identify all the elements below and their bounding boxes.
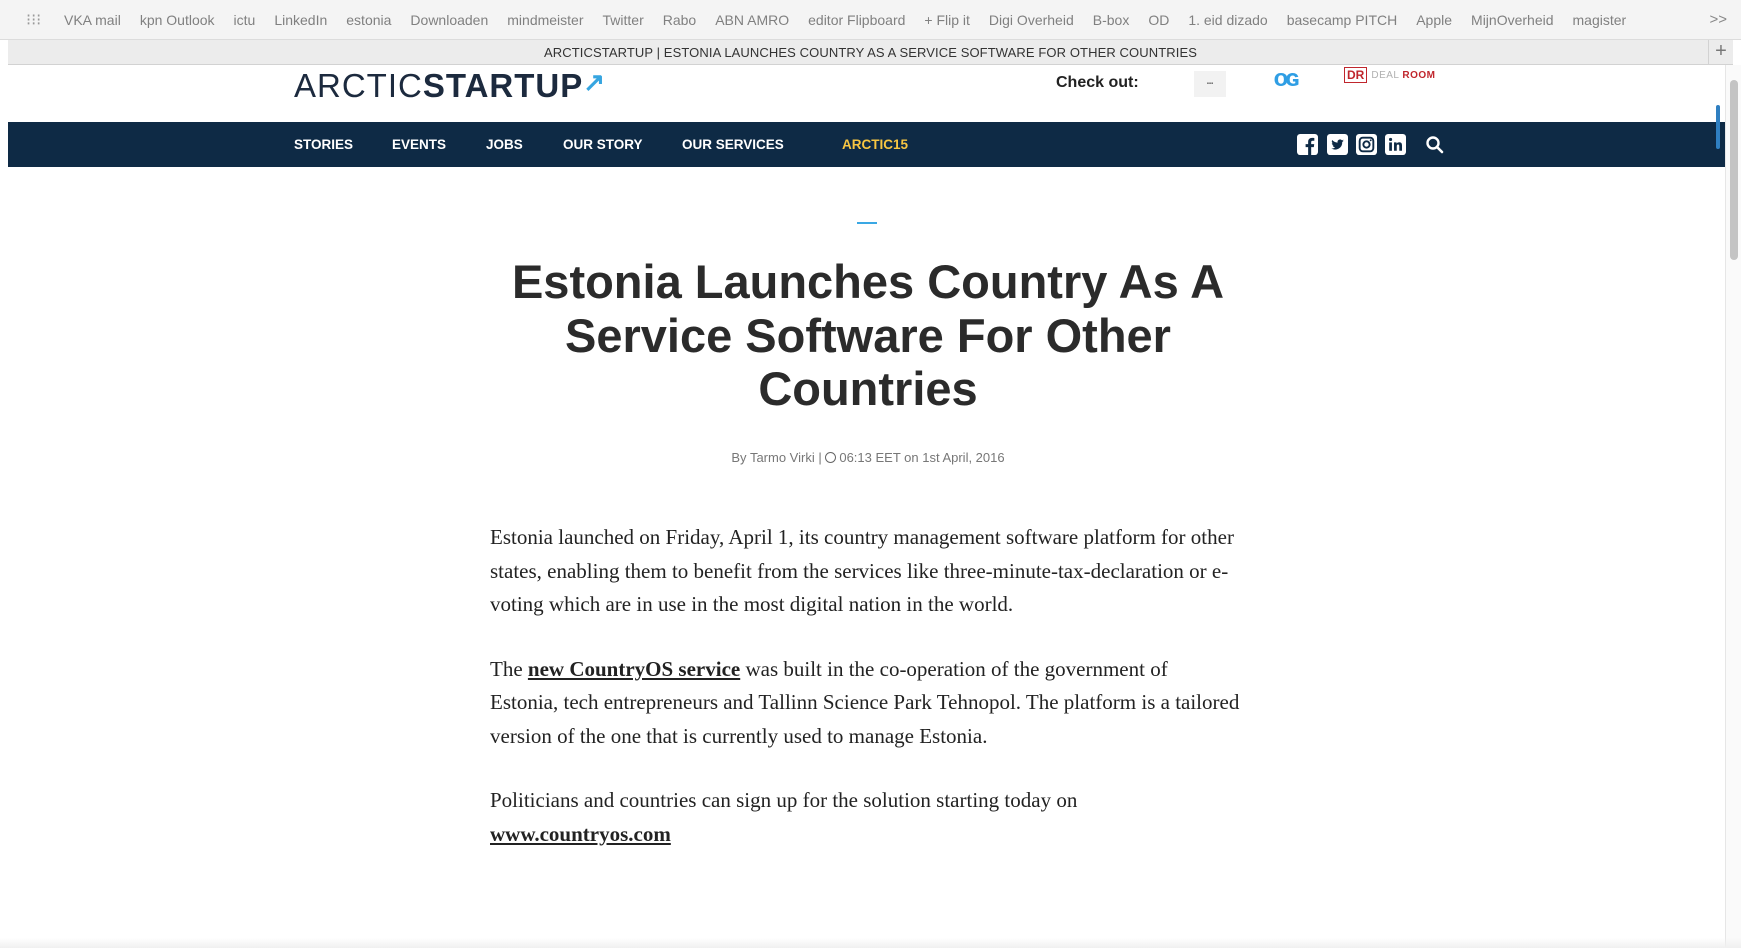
logo-arrow-icon: ↗ [583, 67, 607, 97]
p3-text: Politicians and countries can sign up fo… [490, 788, 1078, 812]
scrollbar-thumb[interactable] [1730, 80, 1738, 260]
bookmarks-bar: ⁝⁝⁝ VKA mail kpn Outlook ictu LinkedIn e… [0, 0, 1741, 40]
p2-lead: The [490, 656, 528, 681]
scrollbar[interactable] [1725, 65, 1741, 948]
article-byline: By Tarmo Virki | 06:13 EET on 1st April,… [731, 450, 1005, 465]
title-accent-line [857, 222, 877, 224]
bookmark-item[interactable]: LinkedIn [274, 12, 327, 28]
partner-logo-1[interactable]: ▪▪▪ [1194, 71, 1226, 97]
apps-grid-icon[interactable]: ⁝⁝⁝ [26, 10, 46, 30]
bookmark-item[interactable]: B-box [1093, 12, 1130, 28]
bookmark-item[interactable]: basecamp PITCH [1287, 12, 1397, 28]
nav-our-story[interactable]: OUR STORY [563, 122, 643, 167]
clock-icon [825, 452, 837, 463]
bookmark-item[interactable]: mindmeister [507, 12, 583, 28]
arctic15-icon: ᴏɢ [1273, 65, 1300, 92]
dealroom-room: ROOM [1402, 69, 1436, 81]
bookmark-item[interactable]: + Flip it [924, 12, 970, 28]
side-indicator [1716, 105, 1720, 149]
bookmark-item[interactable]: Downloaden [410, 12, 488, 28]
site-logo[interactable]: ARCTICSTARTUP↗ [294, 67, 606, 105]
bookmark-item[interactable]: VKA mail [64, 12, 121, 28]
byline-prefix: By [731, 450, 747, 465]
partner-logo-arctic15[interactable]: ᴏɢ [1262, 65, 1308, 97]
search-icon[interactable] [1425, 135, 1445, 155]
countryos-url-link[interactable]: www.countryos.com [490, 822, 671, 846]
checkout-label: Check out: [1056, 74, 1139, 91]
publish-time: 06:13 EET on 1st April, 2016 [839, 450, 1005, 465]
author-name[interactable]: Tarmo Virki [750, 450, 815, 465]
dealroom-deal: DEAL [1371, 69, 1400, 81]
main-nav: STORIES EVENTS JOBS OUR STORY OUR SERVIC… [8, 122, 1725, 167]
bookmark-item[interactable]: ictu [234, 12, 256, 28]
bookmark-item[interactable]: Digi Overheid [989, 12, 1074, 28]
bookmark-item[interactable]: kpn Outlook [140, 12, 215, 28]
nav-jobs[interactable]: JOBS [486, 122, 523, 167]
dealroom-wordmark: DEAL ROOM [1371, 70, 1435, 81]
window-bottom-edge [0, 938, 1741, 948]
tab-bar: ARCTICSTARTUP | ESTONIA LAUNCHES COUNTRY… [8, 40, 1733, 65]
bookmark-item[interactable]: MijnOverheid [1471, 12, 1553, 28]
facebook-icon[interactable] [1297, 134, 1318, 155]
bookmark-item[interactable]: editor Flipboard [808, 12, 905, 28]
dealroom-mark: DR [1344, 67, 1368, 83]
countryos-service-link[interactable]: new CountryOS service [528, 657, 740, 681]
partner-logo-dealroom[interactable]: DR DEAL ROOM [1344, 67, 1436, 83]
paragraph: Estonia launched on Friday, April 1, its… [490, 525, 1234, 616]
nav-arctic15[interactable]: ARCTIC15 [842, 122, 908, 167]
bookmark-item[interactable]: ABN AMRO [715, 12, 789, 28]
logo-light-text: ARCTIC [294, 67, 423, 104]
linkedin-icon[interactable] [1385, 134, 1406, 155]
logo-bold-text: STARTUP [422, 67, 584, 104]
nav-stories[interactable]: STORIES [294, 122, 353, 167]
article-title: Estonia Launches Country As A Service So… [511, 255, 1225, 415]
paragraph: Politicians and countries can sign up fo… [490, 784, 1240, 851]
web-page: ARCTICSTARTUP↗ Check out: ▪▪▪ ᴏɢ DR DEAL… [8, 65, 1725, 948]
bookmark-item[interactable]: Apple [1416, 12, 1452, 28]
bookmark-item[interactable]: magister [1573, 12, 1627, 28]
bookmark-item[interactable]: estonia [346, 12, 391, 28]
tab-title[interactable]: ARCTICSTARTUP | ESTONIA LAUNCHES COUNTRY… [544, 45, 1197, 60]
more-bookmarks-icon[interactable]: >> [1709, 11, 1727, 28]
paragraph: The new CountryOS service was built in t… [490, 653, 1240, 754]
bookmark-item[interactable]: Rabo [663, 12, 696, 28]
bookmark-item[interactable]: Twitter [603, 12, 644, 28]
twitter-icon[interactable] [1327, 134, 1348, 155]
new-tab-button[interactable]: + [1708, 40, 1733, 64]
nav-our-services[interactable]: OUR SERVICES [682, 122, 784, 167]
bookmark-item[interactable]: 1. eid dizado [1188, 12, 1267, 28]
nav-events[interactable]: EVENTS [392, 122, 446, 167]
instagram-icon[interactable] [1356, 134, 1377, 155]
bookmark-item[interactable]: OD [1148, 12, 1169, 28]
article-body: Estonia launched on Friday, April 1, its… [490, 521, 1240, 882]
